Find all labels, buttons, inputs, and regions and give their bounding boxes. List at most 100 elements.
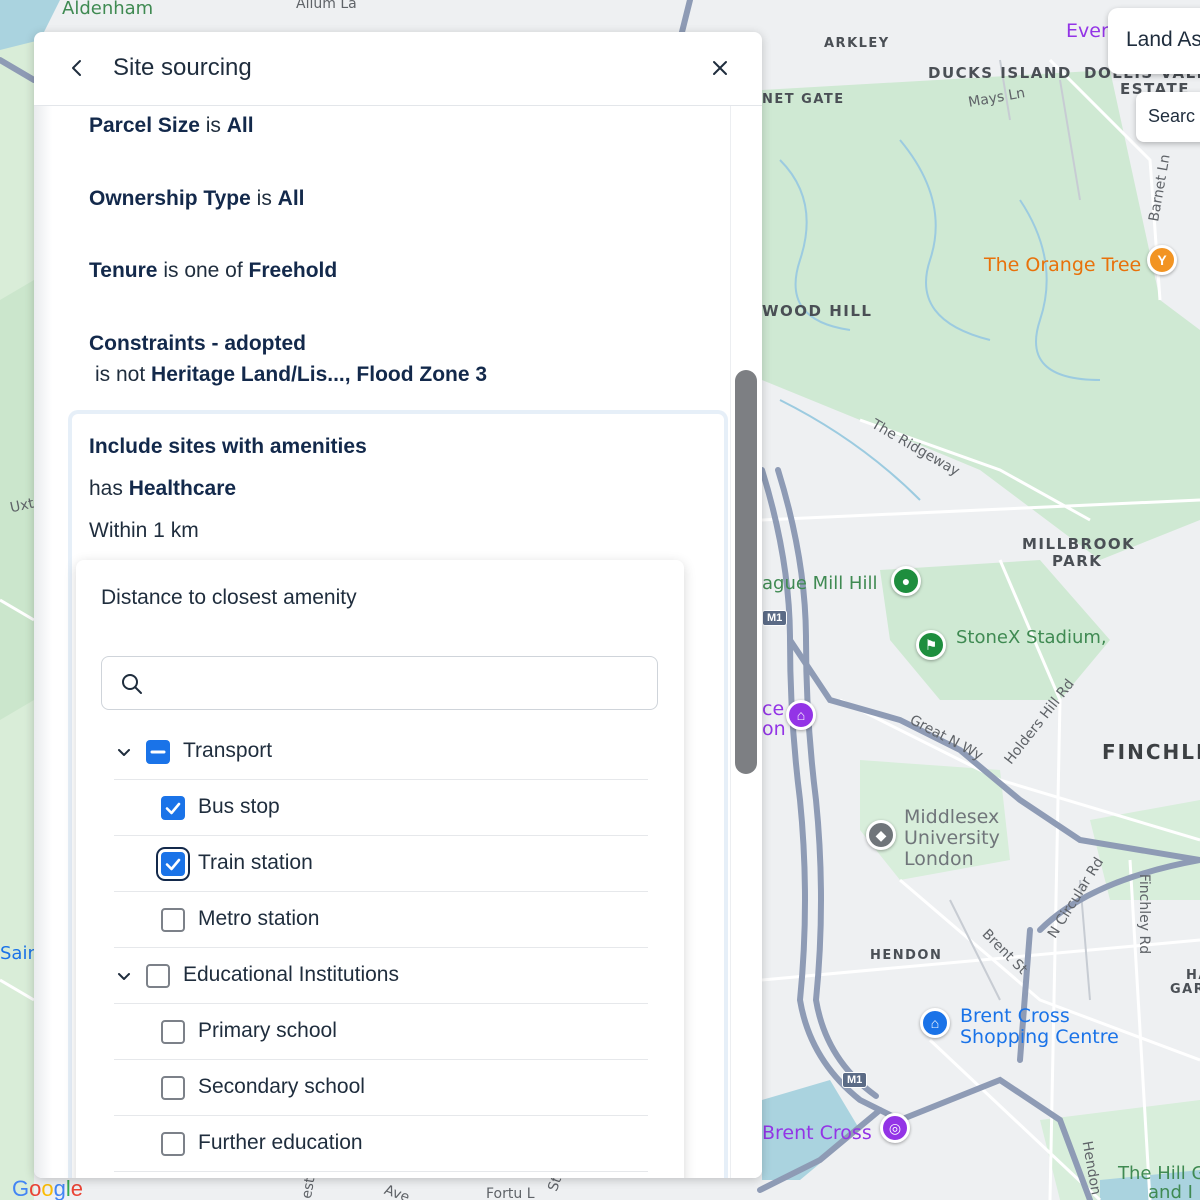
map-label-university: University xyxy=(904,827,1000,849)
map-label-london: London xyxy=(904,848,974,870)
amenities-has-value: Healthcare xyxy=(128,477,237,500)
close-icon xyxy=(713,61,727,75)
map-label-orange-tree: The Orange Tree xyxy=(984,254,1142,276)
bus-stop-checkbox[interactable] xyxy=(161,796,185,820)
university-pin-icon[interactable]: ◆ xyxy=(866,820,896,850)
pub-pin-icon[interactable]: Y xyxy=(1147,245,1177,275)
map-label-millbrook-park: PARK xyxy=(1052,552,1103,570)
map-label-finchley-rd: Finchley Rd xyxy=(1136,873,1153,955)
tree-row-label: Secondary school xyxy=(198,1075,365,1098)
map-label-brent-cross-sc: Brent Cross xyxy=(960,1005,1070,1027)
map-label-ducks-island: DUCKS ISLAND xyxy=(928,64,1072,82)
filter-constraints-detail[interactable]: is not Heritage Land/Lis..., Flood Zone … xyxy=(95,363,487,387)
panel-header: Site sourcing xyxy=(34,32,762,106)
tree-row-train-station[interactable]: Train station xyxy=(114,836,648,892)
filter-op: is one of xyxy=(163,259,243,282)
map-label-the-hill: The Hill G xyxy=(1118,1163,1200,1184)
shopping-pin-icon[interactable]: ⌂ xyxy=(920,1008,950,1038)
amenity-search-input[interactable] xyxy=(152,669,642,699)
chevron-left-icon xyxy=(72,60,81,76)
train-station-checkbox[interactable] xyxy=(161,852,185,876)
check-icon xyxy=(165,802,181,815)
tree-row-secondary-school[interactable]: Secondary school xyxy=(114,1060,648,1116)
metro-station-checkbox[interactable] xyxy=(161,908,185,932)
filter-value: All xyxy=(277,187,305,210)
tree-row-label: Primary school xyxy=(198,1019,337,1042)
map-label-brent-cross: Brent Cross xyxy=(762,1122,872,1144)
map-label-net-gate: NET GATE xyxy=(762,92,845,107)
amenities-has: has Healthcare xyxy=(89,477,236,501)
tree-row-transport[interactable]: Transport xyxy=(114,724,648,780)
tree-row-label: Educational Institutions xyxy=(183,963,399,986)
filter-parcel-size[interactable]: Parcel Size is All xyxy=(89,114,254,138)
m1-shield-2: M1 xyxy=(842,1072,868,1088)
panel-left-shade xyxy=(34,106,52,1178)
map-label-mill-hill: ague Mill Hill xyxy=(762,573,878,594)
map-label-on: on xyxy=(762,718,786,740)
filter-ownership-type[interactable]: Ownership Type is All xyxy=(89,187,305,211)
station-pin-icon[interactable]: ◎ xyxy=(880,1113,910,1143)
map-label-shopping-centre: Shopping Centre xyxy=(960,1026,1119,1048)
close-button[interactable] xyxy=(706,54,734,82)
tree-row-label: Bus stop xyxy=(198,795,280,818)
filters-scroll-area[interactable]: Parcel Size is All Ownership Type is All… xyxy=(34,106,730,1178)
filter-value: All xyxy=(226,114,254,137)
map-label-ce: ce xyxy=(762,698,785,720)
map-label-fortu: Fortu L xyxy=(486,1186,535,1200)
stadium-pin-icon[interactable]: ⚑ xyxy=(916,630,946,660)
map-label-middlesex: Middlesex xyxy=(904,806,1000,828)
filter-value: Heritage Land/Lis..., Flood Zone 3 xyxy=(151,363,488,386)
land-assets-button[interactable]: Land As xyxy=(1108,8,1200,74)
amenities-within[interactable]: Within 1 km xyxy=(89,519,199,543)
google-logo: Google xyxy=(12,1176,84,1200)
map-label-wood-hill: WOOD HILL xyxy=(762,302,873,320)
transport-checkbox[interactable] xyxy=(146,740,170,764)
filter-field: Parcel Size xyxy=(89,114,200,137)
map-label-the-hill-2: and I xyxy=(1148,1182,1193,1200)
tree-row-further-education[interactable]: Further education xyxy=(114,1116,648,1172)
park-pin-icon[interactable]: ● xyxy=(891,566,921,596)
secondary-school-checkbox[interactable] xyxy=(161,1076,185,1100)
filter-value: Freehold xyxy=(248,259,338,282)
filter-op: is xyxy=(205,114,221,137)
map-label-finchley: FINCHLE xyxy=(1102,740,1200,764)
amenity-search-box[interactable] xyxy=(101,656,658,710)
map-search-button[interactable]: Searc xyxy=(1136,92,1200,142)
amenities-has-prefix: has xyxy=(89,477,123,500)
chevron-down-icon[interactable] xyxy=(114,964,134,988)
map-label-hendon: HENDON xyxy=(870,948,943,963)
filter-field: Tenure xyxy=(89,259,158,282)
primary-school-checkbox[interactable] xyxy=(161,1020,185,1044)
tree-row-educational-institutions[interactable]: Educational Institutions xyxy=(114,948,648,1004)
tree-row-label: Transport xyxy=(183,739,273,762)
map-label-millbrook: MILLBROOK xyxy=(1022,535,1136,553)
chevron-down-icon[interactable] xyxy=(114,740,134,764)
tree-row-label: Further education xyxy=(198,1131,363,1154)
map-label-arkley: ARKLEY xyxy=(824,36,890,51)
tree-row-metro-station[interactable]: Metro station xyxy=(114,892,648,948)
museum-pin-icon[interactable]: ⌂ xyxy=(786,700,816,730)
further-education-checkbox[interactable] xyxy=(161,1132,185,1156)
filter-tenure[interactable]: Tenure is one of Freehold xyxy=(89,259,337,283)
map-label-ha: HA xyxy=(1186,968,1200,983)
tree-row-primary-school[interactable]: Primary school xyxy=(114,1004,648,1060)
scrollbar-thumb[interactable] xyxy=(735,370,757,774)
tree-row-label: Metro station xyxy=(198,907,320,930)
site-sourcing-panel: Site sourcing Parcel Size is All Ownersh… xyxy=(34,32,762,1178)
search-icon xyxy=(122,674,142,694)
filter-op: is not xyxy=(95,363,146,386)
map-label-aldenham: Aldenham xyxy=(62,0,154,19)
educational-institutions-checkbox[interactable] xyxy=(146,964,170,988)
filter-field: Constraints - adopted xyxy=(89,332,307,355)
check-icon xyxy=(165,858,181,871)
filter-field: Ownership Type xyxy=(89,187,251,210)
map-label-allum: Allum La xyxy=(296,0,357,12)
dropdown-title: Distance to closest amenity xyxy=(101,586,357,609)
amenities-heading: Include sites with amenities xyxy=(89,435,367,458)
tree-row-label: Train station xyxy=(198,851,313,874)
filter-constraints[interactable]: Constraints - adopted xyxy=(89,332,306,356)
back-button[interactable] xyxy=(64,54,90,82)
map-label-gar: GAR xyxy=(1170,982,1200,997)
tree-row-bus-stop[interactable]: Bus stop xyxy=(114,780,648,836)
m1-shield: M1 xyxy=(762,610,788,626)
